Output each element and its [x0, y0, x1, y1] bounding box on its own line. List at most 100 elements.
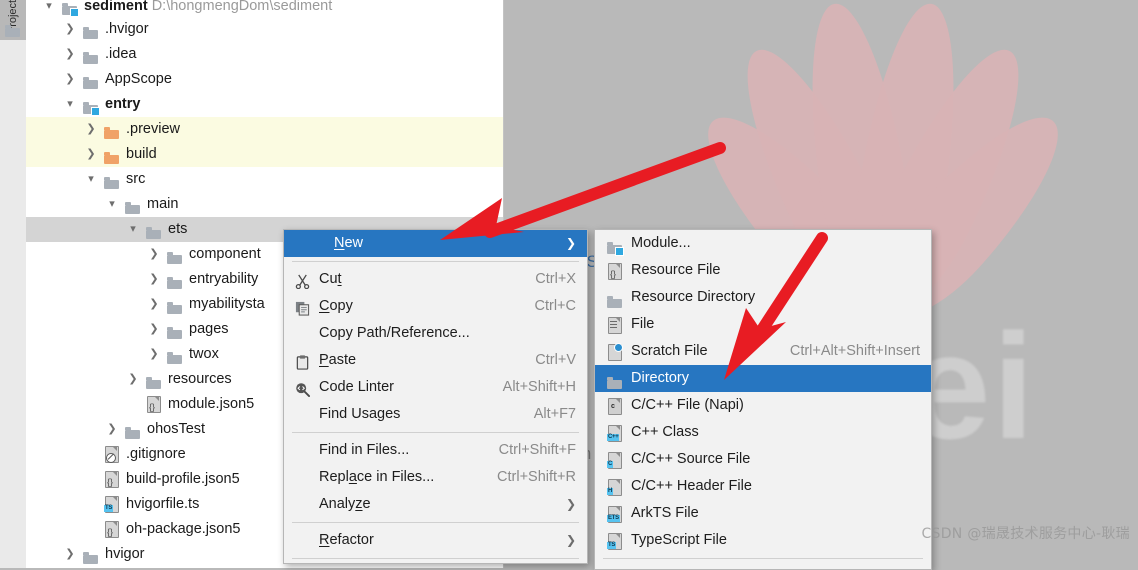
folder-icon [83, 548, 98, 568]
chevron-down-icon[interactable]: ▾ [63, 92, 77, 117]
context-menu-item[interactable]: Cut Ctrl+X [284, 266, 587, 293]
chevron-right-icon[interactable]: ❯ [63, 542, 77, 567]
menu-item-label: Refactor [319, 532, 374, 548]
submenu-item-shortcut: Ctrl+Alt+Shift+Insert [789, 343, 920, 359]
tree-row[interactable]: ❯ .hvigor [26, 17, 503, 42]
new-submenu[interactable]: Module... {} Resource File Resource Directo… [594, 229, 932, 570]
tree-row-label: AppScope [105, 71, 172, 87]
chevron-right-icon: ❯ [565, 533, 576, 547]
chevron-right-icon[interactable]: ❯ [63, 67, 77, 92]
submenu-item[interactable]: RResource Bundle [595, 563, 931, 569]
tree-row-label: resources [168, 371, 232, 387]
menu-item-label: Find Usages [319, 406, 401, 422]
tree-row-label: myabilitysta [189, 296, 265, 312]
tool-window-stripe: Project [0, 0, 27, 568]
submenu-item[interactable]: C C/C++ Source File [595, 446, 931, 473]
chevron-down-icon[interactable]: ▾ [105, 192, 119, 217]
tree-row-label: .preview [126, 121, 180, 137]
chevron-right-icon[interactable]: ❯ [63, 17, 77, 42]
submenu-item-label: C/C++ File (Napi) [631, 397, 744, 413]
chevron-right-icon[interactable]: ❯ [126, 367, 140, 392]
structure-folder-icon[interactable] [5, 25, 22, 43]
submenu-item[interactable]: TS TypeScript File [595, 527, 931, 554]
submenu-item-label: ArkTS File [631, 505, 699, 521]
root-project-name: sediment [84, 0, 148, 14]
context-menu-item[interactable]: Refactor ❯ [284, 527, 587, 554]
submenu-item[interactable]: c C/C++ File (Napi) [595, 392, 931, 419]
submenu-item[interactable]: Scratch File Ctrl+Alt+Shift+Insert [595, 338, 931, 365]
tree-row-label: oh-package.json5 [126, 521, 241, 537]
submenu-item-label: Module... [631, 235, 691, 251]
context-menu-item[interactable]: Find in Files... Ctrl+Shift+F [284, 437, 587, 464]
tree-row-label: hvigorfile.ts [126, 496, 200, 512]
tree-row-label: entry [105, 96, 141, 112]
tree-row-label: build [126, 146, 157, 162]
menu-item-label: Replace in Files... [319, 469, 435, 485]
tree-row[interactable]: ▾ src [26, 167, 503, 192]
context-menu-item[interactable]: Replace in Files... Ctrl+Shift+R [284, 464, 587, 491]
menu-item-label: Find in Files... [319, 442, 410, 458]
context-menu-item[interactable]: Analyze ❯ [284, 491, 587, 518]
ts-file-icon: TS [607, 532, 622, 559]
tree-row-label: hvigor [105, 546, 145, 562]
tree-row-label: module.json5 [168, 396, 255, 412]
menu-separator [292, 432, 579, 433]
chevron-right-icon[interactable]: ❯ [63, 42, 77, 67]
chevron-right-icon[interactable]: ❯ [84, 142, 98, 167]
context-menu[interactable]: New ❯ Cut Ctrl+X Copy Ctrl+C Copy Path/Referen… [283, 229, 588, 564]
chevron-right-icon[interactable]: ❯ [105, 417, 119, 442]
menu-separator [603, 558, 923, 559]
menu-item-label: Analyze [319, 496, 371, 512]
tree-row-label: .hvigor [105, 21, 149, 37]
tree-row[interactable]: ▾ main [26, 192, 503, 217]
submenu-item[interactable]: Directory [595, 365, 931, 392]
chevron-right-icon: ❯ [565, 497, 576, 511]
submenu-item[interactable]: C++ C++ Class [595, 419, 931, 446]
submenu-item-label: Scratch File [631, 343, 708, 359]
tree-row[interactable]: ❯ .preview [26, 117, 503, 142]
submenu-item-label: Directory [631, 370, 690, 386]
context-menu-item[interactable]: Find Usages Alt+F7 [284, 401, 587, 428]
tree-row-label: ets [168, 221, 188, 237]
chevron-right-icon[interactable]: ❯ [147, 317, 161, 342]
tree-row-label: src [126, 171, 146, 187]
context-menu-item[interactable]: Paste Ctrl+V [284, 347, 587, 374]
csdn-watermark: CSDN @瑞晟技术服务中心-耿瑞 [921, 526, 1130, 542]
tree-row[interactable]: ❯ build [26, 142, 503, 167]
menu-item-shortcut: Ctrl+C [534, 298, 577, 314]
chevron-right-icon[interactable]: ❯ [147, 242, 161, 267]
tree-row-label: .gitignore [126, 446, 186, 462]
tree-row-label: twox [189, 346, 219, 362]
submenu-item[interactable]: H C/C++ Header File [595, 473, 931, 500]
submenu-item[interactable]: Resource Directory [595, 284, 931, 311]
context-menu-item[interactable]: Copy Ctrl+C [284, 293, 587, 320]
submenu-item[interactable]: Module... [595, 230, 931, 257]
submenu-item-label: C/C++ Source File [631, 451, 751, 467]
menu-item-shortcut: Ctrl+X [535, 271, 576, 287]
menu-separator [292, 522, 579, 523]
menu-separator [292, 558, 579, 559]
chevron-down-icon[interactable]: ▾ [84, 167, 98, 192]
chevron-right-icon[interactable]: ❯ [147, 342, 161, 367]
submenu-item-label: Resource Bundle [631, 563, 742, 569]
submenu-item-label: Resource Directory [631, 289, 756, 305]
submenu-item[interactable]: File [595, 311, 931, 338]
tree-row-label: entryability [189, 271, 259, 287]
chevron-right-icon[interactable]: ❯ [147, 292, 161, 317]
context-menu-item[interactable]: Code Linter Alt+Shift+H [284, 374, 587, 401]
context-menu-item[interactable]: New ❯ [284, 230, 587, 257]
menu-item-label: New [334, 235, 364, 251]
submenu-item[interactable]: ETS ArkTS File [595, 500, 931, 527]
chevron-right-icon[interactable]: ❯ [84, 117, 98, 142]
context-menu-item[interactable]: Copy Path/Reference... [284, 320, 587, 347]
tree-row[interactable]: ▾ entry [26, 92, 503, 117]
tree-row[interactable]: ❯ AppScope [26, 67, 503, 92]
submenu-item-label: C/C++ Header File [631, 478, 752, 494]
tree-row[interactable]: ❯ .idea [26, 42, 503, 67]
menu-item-shortcut: Ctrl+V [535, 352, 576, 368]
submenu-item[interactable]: {} Resource File [595, 257, 931, 284]
tree-row-label: ohosTest [147, 421, 206, 437]
chevron-right-icon[interactable]: ❯ [147, 267, 161, 292]
root-project-path: D:\hongmengDom\sediment [151, 0, 333, 14]
chevron-down-icon[interactable]: ▾ [126, 217, 140, 242]
